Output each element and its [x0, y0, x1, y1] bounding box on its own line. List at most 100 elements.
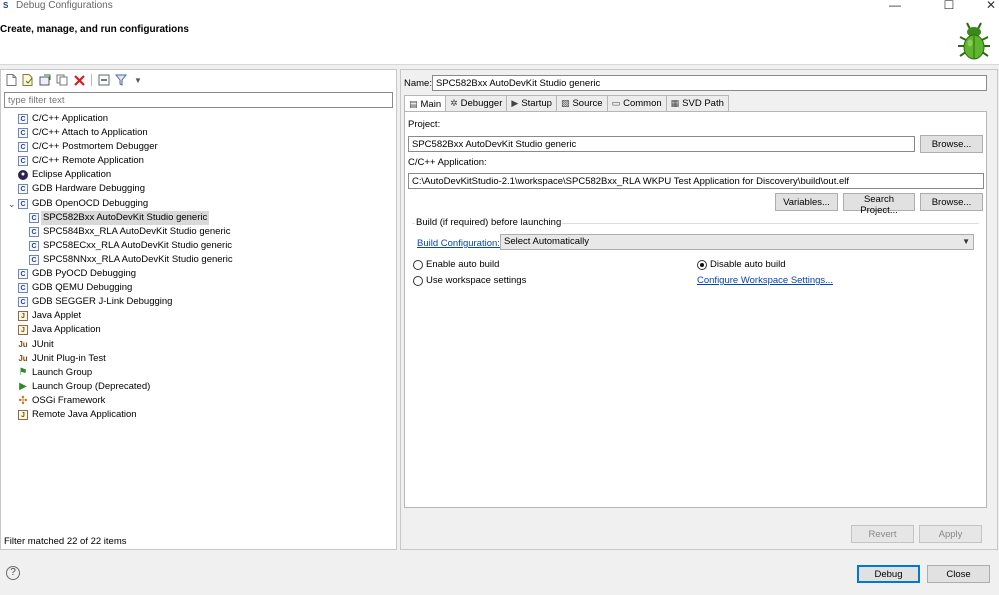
tree-item[interactable]: C C/C++ Attach to Application: [1, 126, 396, 140]
tree-item-label: GDB QEMU Debugging: [32, 282, 133, 294]
common-tab-icon: ▭: [611, 98, 621, 108]
tree-item[interactable]: C GDB QEMU Debugging: [1, 281, 396, 295]
tree-item[interactable]: C SPC582Bxx AutoDevKit Studio generic: [1, 210, 396, 225]
build-group-title: Build (if required) before launching: [415, 217, 563, 228]
tree-item-label: OSGi Framework: [32, 394, 106, 406]
tree-item[interactable]: C SPC58ECxx_RLA AutoDevKit Studio generic: [1, 239, 396, 253]
duplicate-icon[interactable]: [55, 73, 69, 87]
view-menu-icon[interactable]: ▼: [131, 73, 145, 87]
tab-debugger[interactable]: ✲ Debugger: [445, 95, 508, 111]
collapse-all-icon[interactable]: [97, 73, 111, 87]
tab-common[interactable]: ▭ Common: [606, 95, 667, 111]
use-workspace-radio[interactable]: [413, 275, 423, 286]
delete-icon[interactable]: [72, 73, 86, 87]
tree-item-label: JUnit Plug-in Test: [32, 352, 106, 364]
browse-application-button[interactable]: Browse...: [920, 193, 983, 211]
maximize-icon[interactable]: ☐: [939, 0, 959, 12]
tree-item-label: Eclipse Application: [32, 169, 112, 181]
enable-auto-build-option[interactable]: Enable auto build: [413, 259, 499, 270]
tree-item[interactable]: Ju JUnit: [1, 338, 396, 352]
junit-plugin-icon: Ju: [18, 353, 28, 363]
launch-deprecated-icon: ▶: [19, 380, 27, 392]
disable-auto-build-option[interactable]: Disable auto build: [697, 259, 786, 270]
configuration-editor-panel: Name: ▤Main✲Debugger▶Startup▧Source▭Comm…: [400, 69, 998, 550]
tree-item-label: C/C++ Postmortem Debugger: [32, 141, 158, 153]
tree-item[interactable]: Ju JUnit Plug-in Test: [1, 352, 396, 366]
tree-item[interactable]: ⚑ Launch Group: [1, 366, 396, 380]
name-field[interactable]: [432, 75, 987, 91]
build-configuration-value: Select Automatically: [504, 236, 590, 247]
configure-workspace-link[interactable]: Configure Workspace Settings...: [697, 275, 833, 286]
debug-button[interactable]: Debug: [857, 565, 920, 583]
dialog-header: Create, manage, and run configurations: [0, 13, 999, 65]
c-application-field[interactable]: [408, 173, 984, 189]
tree-item[interactable]: C GDB PyOCD Debugging: [1, 267, 396, 281]
revert-button[interactable]: Revert: [851, 525, 914, 543]
filter-icon[interactable]: [114, 73, 128, 87]
enable-auto-build-radio[interactable]: [413, 259, 423, 270]
tab-label: SVD Path: [682, 98, 724, 109]
eclipse-icon: ●: [18, 170, 28, 181]
tree-item[interactable]: C SPC584Bxx_RLA AutoDevKit Studio generic: [1, 225, 396, 239]
c-app-icon: C: [29, 212, 39, 223]
new-configuration-icon[interactable]: [4, 73, 18, 87]
close-button[interactable]: Close: [927, 565, 990, 583]
startup-tab-icon: ▶: [511, 98, 519, 108]
minimize-icon[interactable]: —: [885, 0, 905, 12]
variables-button[interactable]: Variables...: [775, 193, 838, 211]
help-icon[interactable]: ?: [6, 566, 20, 580]
disable-auto-build-radio[interactable]: [697, 259, 707, 270]
tab-label: Source: [572, 98, 603, 109]
tree-item-label: Java Application: [32, 324, 101, 336]
tree-item-label: GDB PyOCD Debugging: [32, 268, 137, 280]
window-title: Debug Configurations: [16, 0, 113, 11]
tree-item-label: SPC58NNxx_RLA AutoDevKit Studio generic: [43, 253, 233, 265]
close-window-icon[interactable]: ✕: [981, 0, 999, 12]
tab-label: Debugger: [460, 98, 503, 109]
debug-bug-icon: [958, 22, 990, 60]
apply-button[interactable]: Apply: [919, 525, 982, 543]
build-configuration-link[interactable]: Build Configuration:: [417, 238, 500, 249]
tree-item[interactable]: J Java Application: [1, 323, 396, 337]
tree-item[interactable]: C GDB SEGGER J-Link Debugging: [1, 295, 396, 309]
export-icon[interactable]: [38, 73, 52, 87]
filter-input[interactable]: [4, 92, 393, 108]
tree-item[interactable]: C C/C++ Remote Application: [1, 154, 396, 168]
tree-item-label: C/C++ Application: [32, 113, 109, 124]
use-workspace-option[interactable]: Use workspace settings: [413, 275, 526, 286]
tree-item[interactable]: C GDB Hardware Debugging: [1, 182, 396, 196]
new-prototype-icon[interactable]: [21, 73, 35, 87]
tree-item[interactable]: C C/C++ Application: [1, 112, 396, 126]
c-app-icon: C: [18, 156, 28, 167]
name-label: Name:: [404, 78, 432, 89]
tab-label: Common: [623, 98, 662, 109]
tab-label: Startup: [521, 98, 552, 109]
tree-item[interactable]: ⌄ C GDB OpenOCD Debugging: [1, 197, 396, 211]
chevron-down-icon[interactable]: ⌄: [8, 197, 16, 211]
tab-label: Main: [420, 98, 442, 110]
tree-item[interactable]: J Remote Java Application: [1, 408, 396, 422]
tab-source[interactable]: ▧ Source: [555, 95, 608, 111]
tree-item-label: JUnit: [32, 338, 54, 350]
tree-item[interactable]: ▶ Launch Group (Deprecated): [1, 380, 396, 394]
toolbar-separator: [91, 74, 92, 86]
project-field[interactable]: [408, 136, 915, 152]
build-configuration-select[interactable]: Select Automatically ▼: [500, 234, 974, 250]
tree-item-label: GDB SEGGER J-Link Debugging: [32, 296, 173, 308]
tab-startup[interactable]: ▶ Startup: [506, 95, 557, 111]
tree-item[interactable]: ● Eclipse Application: [1, 168, 396, 182]
c-app-icon: C: [29, 226, 39, 237]
tree-item-label: Launch Group: [32, 366, 93, 378]
junit-icon: Ju: [18, 339, 28, 349]
browse-project-button[interactable]: Browse...: [920, 135, 983, 153]
remote-java-icon: J: [18, 409, 28, 420]
tree-item[interactable]: ✣ OSGi Framework: [1, 394, 396, 408]
tab-main[interactable]: ▤ Main: [404, 95, 447, 112]
tab-svd-path[interactable]: ▦ SVD Path: [665, 95, 729, 111]
enable-auto-build-label: Enable auto build: [426, 259, 500, 270]
tree-item[interactable]: J Java Applet: [1, 309, 396, 323]
search-project-button[interactable]: Search Project...: [843, 193, 915, 216]
tree-item[interactable]: C SPC58NNxx_RLA AutoDevKit Studio generic: [1, 253, 396, 267]
c-app-icon: C: [18, 297, 28, 308]
tree-item[interactable]: C C/C++ Postmortem Debugger: [1, 140, 396, 154]
